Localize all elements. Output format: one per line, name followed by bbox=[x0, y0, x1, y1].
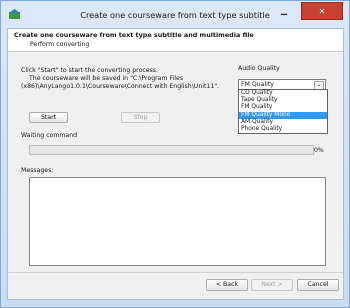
dialog-window: Create one courseware from text type sub… bbox=[0, 0, 350, 308]
minimize-button[interactable]: ▁ bbox=[273, 2, 295, 20]
option-cd-quality[interactable]: CD Quality bbox=[239, 90, 327, 97]
next-button[interactable]: Next > bbox=[251, 279, 293, 291]
progress-bar bbox=[29, 145, 314, 155]
audio-quality-value: FM Quality bbox=[241, 81, 274, 88]
option-fm-quality[interactable]: FM Quality bbox=[239, 104, 327, 111]
instruction-line-3: (x86)\AnyLango1.0.1\Courseware\Connect w… bbox=[21, 83, 220, 90]
close-button[interactable]: ✕ bbox=[301, 2, 343, 20]
back-button[interactable]: < Back bbox=[206, 279, 248, 291]
instruction-line-2: The courseware will be saved in "C:\Prog… bbox=[29, 75, 184, 82]
status-label: Waiting command bbox=[21, 132, 78, 139]
wizard-header: Create one courseware from text type sub… bbox=[8, 29, 343, 52]
title-bar[interactable]: Create one courseware from text type sub… bbox=[1, 1, 349, 29]
messages-box[interactable] bbox=[29, 177, 326, 266]
start-button[interactable]: Start bbox=[29, 112, 68, 123]
instruction-line-1: Click "Start" to start the converting pr… bbox=[21, 67, 158, 74]
page-subtitle: Perform converting bbox=[30, 41, 90, 48]
progress-percent: 0% bbox=[314, 147, 324, 154]
option-fm-quality-mono[interactable]: FM Quality Mono bbox=[239, 111, 327, 119]
cancel-button[interactable]: Cancel bbox=[297, 279, 339, 291]
footer-divider bbox=[8, 272, 343, 273]
option-am-quality[interactable]: AM Quality bbox=[239, 119, 327, 126]
stop-button[interactable]: Stop bbox=[121, 112, 160, 123]
messages-label: Messages: bbox=[21, 167, 54, 174]
window-title: Create one courseware from text type sub… bbox=[80, 10, 270, 20]
page-title: Create one courseware from text type sub… bbox=[14, 31, 254, 39]
audio-quality-label: Audio Quality bbox=[238, 65, 280, 72]
wizard-body: Create one courseware from text type sub… bbox=[7, 28, 344, 300]
option-tape-quality[interactable]: Tape Quality bbox=[239, 97, 327, 104]
audio-quality-dropdown: CD Quality Tape Quality FM Quality FM Qu… bbox=[238, 89, 328, 134]
option-phone-quality[interactable]: Phone Quality bbox=[239, 126, 327, 133]
